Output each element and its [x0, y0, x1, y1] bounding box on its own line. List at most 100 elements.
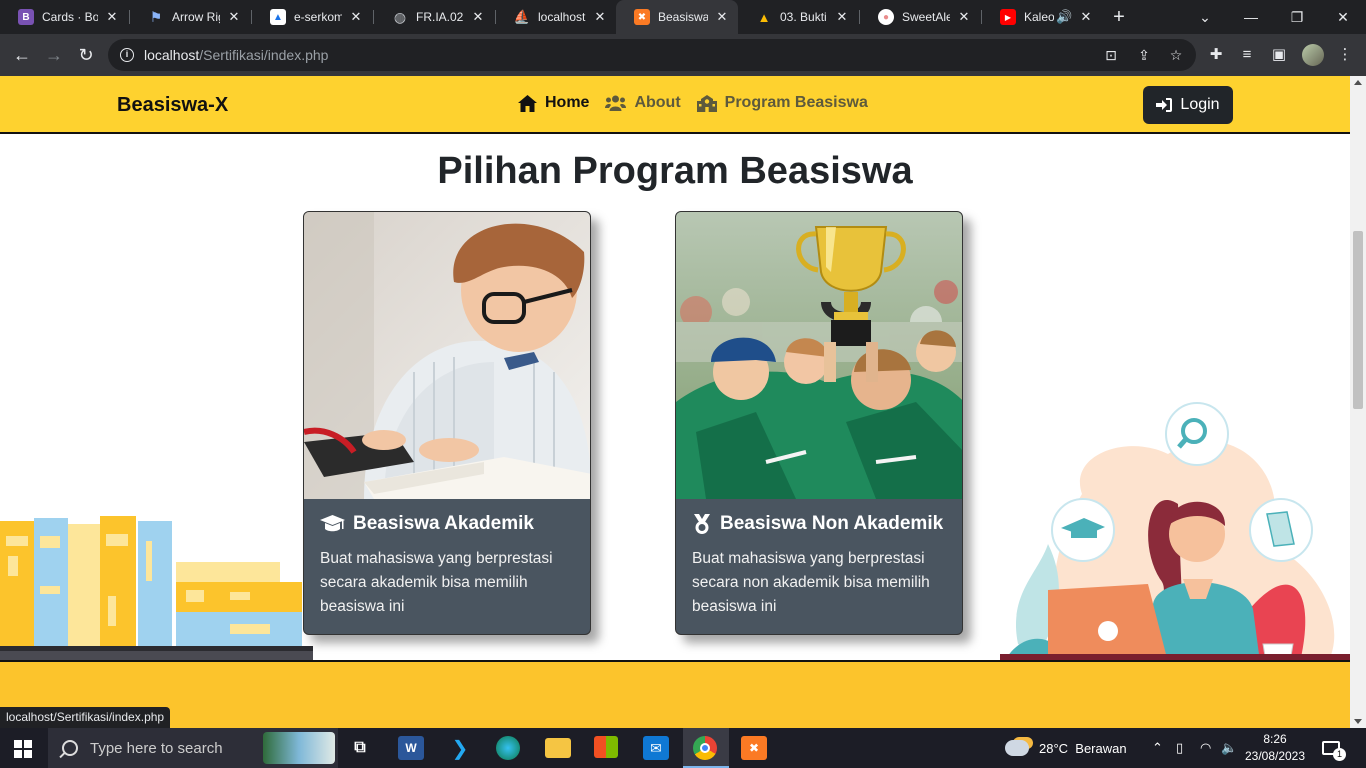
reload-button[interactable]: ↻	[72, 41, 100, 69]
task-view-icon[interactable]: ⧉	[347, 736, 373, 760]
address-bar[interactable]: i localhost/Sertifikasi/index.php ⊡ ⇪ ☆	[108, 39, 1196, 71]
close-tab-icon[interactable]: ✕	[226, 9, 242, 25]
medal-icon	[694, 514, 710, 534]
close-tab-icon[interactable]: ✕	[592, 9, 608, 25]
close-tab-icon[interactable]: ✕	[104, 9, 120, 25]
new-tab-button[interactable]: +	[1108, 6, 1130, 28]
xampp-favicon-icon: ✖	[634, 9, 650, 25]
browser-toolbar: ← → ↻ i localhost/Sertifikasi/index.php …	[0, 34, 1366, 76]
search-highlight-image	[263, 732, 335, 764]
weather-widget[interactable]: 28°C Berawan	[1005, 728, 1127, 768]
browser-tab[interactable]: ● SweetAlert ✕	[860, 0, 980, 34]
browser-tab[interactable]: ⚑ Arrow Right ✕	[130, 0, 250, 34]
volume-icon[interactable]: 🔈	[1221, 728, 1237, 768]
browser-tab[interactable]: ◍ FR.IA.02. TPD ✕	[374, 0, 494, 34]
scroll-up-arrow-icon[interactable]	[1354, 80, 1362, 85]
web-page: Beasiswa-X Home About Program Beasiswa L…	[0, 76, 1350, 728]
tab-search-icon[interactable]: ⌄	[1182, 0, 1228, 34]
forward-button[interactable]: →	[40, 41, 68, 69]
scrollbar-thumb[interactable]	[1353, 231, 1363, 409]
tab-title: Kaleo	[1024, 10, 1054, 24]
close-tab-icon[interactable]: ✕	[1078, 9, 1094, 25]
browser-tab[interactable]: ⛵ localhost / 127.0.0.1 ✕	[496, 0, 616, 34]
share-icon[interactable]: ⇪	[1136, 47, 1152, 63]
card-title-text: Beasiswa Akademik	[353, 513, 534, 534]
login-button[interactable]: Login	[1143, 86, 1233, 124]
xampp-app-icon[interactable]: ✖	[741, 736, 767, 760]
bootstrap-favicon-icon: B	[18, 9, 34, 25]
sign-in-icon	[1156, 98, 1173, 112]
close-tab-icon[interactable]: ✕	[714, 9, 730, 25]
flag-favicon-icon: ⚑	[149, 8, 163, 25]
vscode-app-icon[interactable]: ❯	[447, 736, 473, 760]
windows-start-icon[interactable]	[14, 740, 32, 758]
restore-button[interactable]: ❐	[1274, 0, 1320, 34]
card-title: Beasiswa Akademik	[320, 513, 534, 535]
nav-link-home[interactable]: Home	[518, 94, 589, 112]
notification-center-icon[interactable]: 1	[1322, 728, 1346, 768]
audio-playing-icon[interactable]: 🔊	[1056, 9, 1072, 25]
close-tab-icon[interactable]: ✕	[470, 9, 486, 25]
tray-overflow-icon[interactable]: ⌃	[1152, 728, 1163, 768]
card-text: Buat mahasiswa yang berprestasi secara a…	[320, 550, 553, 615]
device-icon[interactable]: ▯	[1176, 728, 1183, 768]
serkom-favicon-icon: ▲	[270, 9, 286, 25]
home-icon	[518, 94, 537, 112]
tab-title: 03. Bukti Validasi	[780, 10, 828, 24]
side-panel-icon[interactable]: ▣	[1270, 46, 1288, 64]
wifi-icon[interactable]: ◠	[1200, 728, 1211, 768]
nav-links: Home About Program Beasiswa	[518, 94, 868, 112]
chrome-app-icon[interactable]	[693, 736, 717, 760]
close-tab-icon[interactable]: ✕	[956, 9, 972, 25]
tab-title: Cards · Bootstrap	[42, 10, 98, 24]
taskbar-clock[interactable]: 8:26 23/08/2023	[1240, 731, 1310, 765]
extensions-icon[interactable]: ✚	[1207, 46, 1225, 64]
search-icon	[62, 740, 78, 756]
notification-count: 1	[1333, 748, 1346, 761]
browser-tab[interactable]: B Cards · Bootstrap ✕	[0, 0, 128, 34]
word-app-icon[interactable]: W	[398, 736, 424, 760]
page-title: Pilihan Program Beasiswa	[437, 150, 913, 192]
books-illustration	[0, 516, 313, 662]
chrome-menu-icon[interactable]: ⋮	[1336, 46, 1354, 64]
weather-text: 28°C Berawan	[1039, 740, 1127, 756]
youtube-favicon-icon: ▶	[1000, 9, 1016, 25]
tab-title: Arrow Right	[172, 10, 220, 24]
tab-title: FR.IA.02. TPD	[416, 10, 464, 24]
close-tab-icon[interactable]: ✕	[348, 9, 364, 25]
browser-tab[interactable]: ▲ e-serkom BNSP ✕	[252, 0, 372, 34]
translate-icon[interactable]: ⊡	[1103, 47, 1119, 63]
site-brand[interactable]: Beasiswa-X	[117, 94, 228, 117]
nav-link-label: Home	[545, 94, 590, 111]
taskbar-search-box[interactable]: Type here to search	[48, 728, 338, 768]
close-window-button[interactable]: ✕	[1320, 0, 1366, 34]
profile-avatar[interactable]	[1302, 44, 1324, 66]
users-icon	[605, 95, 627, 111]
site-info-icon[interactable]: i	[120, 48, 134, 62]
edge-app-icon[interactable]	[496, 736, 520, 760]
file-explorer-app-icon[interactable]	[545, 738, 571, 758]
nav-link-program[interactable]: Program Beasiswa	[696, 94, 868, 112]
scroll-down-arrow-icon[interactable]	[1354, 719, 1362, 724]
globe-favicon-icon: ◍	[393, 8, 407, 25]
nav-link-about[interactable]: About	[605, 94, 681, 112]
browser-tab-strip: B Cards · Bootstrap ✕ ⚑ Arrow Right ✕ ▲ …	[0, 0, 1366, 34]
close-tab-icon[interactable]: ✕	[834, 9, 850, 25]
card-image-boy-reading	[304, 212, 590, 499]
minimize-button[interactable]: —	[1228, 0, 1274, 34]
mail-app-icon[interactable]: ✉	[643, 736, 669, 760]
tab-title: localhost / 127.0.0.1	[538, 10, 586, 24]
scholarship-card-non-akademik[interactable]: Beasiswa Non Akademik Buat mahasiswa yan…	[675, 211, 963, 635]
browser-tab[interactable]: ▲ 03. Bukti Validasi ✕	[738, 0, 858, 34]
media-control-icon[interactable]: ≡	[1238, 46, 1256, 64]
url-host: localhost	[144, 47, 200, 63]
scholarship-card-akademik[interactable]: Beasiswa Akademik Buat mahasiswa yang be…	[303, 211, 591, 635]
site-footer	[0, 662, 1350, 728]
page-scrollbar[interactable]	[1350, 76, 1366, 728]
bookmark-star-icon[interactable]: ☆	[1168, 47, 1184, 63]
back-button[interactable]: ←	[8, 41, 36, 69]
card-title: Beasiswa Non Akademik	[692, 513, 943, 535]
browser-tab-active[interactable]: ✖ Beasiswa-X ✕	[616, 0, 738, 34]
browser-tab[interactable]: ▶ Kaleo 🔊 ✕	[982, 0, 1102, 34]
microsoft-store-app-icon[interactable]	[594, 736, 618, 758]
